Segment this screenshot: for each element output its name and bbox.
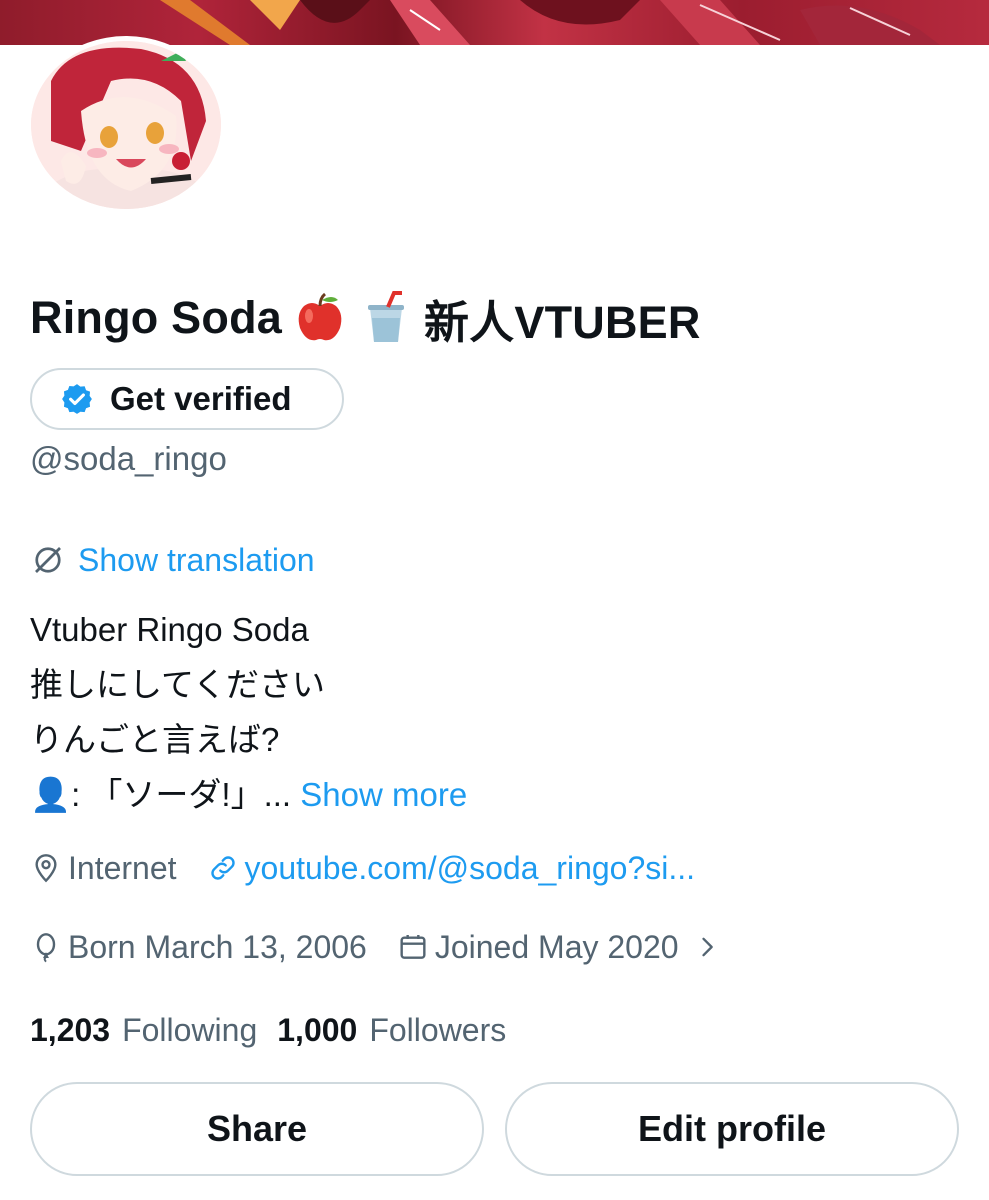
bio-line: 推しにしてください	[30, 666, 326, 703]
followers-label: Followers	[369, 1011, 507, 1048]
share-label: Share	[206, 1108, 308, 1149]
cup-with-straw-emoji-icon	[367, 291, 404, 342]
location: Internet	[30, 850, 177, 887]
bio-line: Vtuber Ringo Soda	[30, 611, 309, 648]
display-name: Ringo Soda 新人VTUBER	[30, 288, 701, 348]
website-text[interactable]: youtube.com/@soda_ringo?si...	[245, 850, 696, 887]
show-more-link[interactable]: Show more	[300, 776, 467, 813]
profile-meta-row-1: Internet youtube.com/@soda_ringo?si...	[30, 846, 695, 890]
balloon-icon	[36, 933, 56, 963]
joined[interactable]: Joined May 2020	[397, 929, 721, 966]
following-label: Following	[122, 1011, 258, 1048]
birthday-text: Born March 13, 2006	[68, 928, 367, 965]
handle: @soda_ringo	[30, 440, 227, 477]
joined-text: Joined May 2020	[434, 928, 679, 965]
get-verified-button[interactable]: Get verified	[30, 368, 344, 430]
link-icon	[210, 856, 235, 880]
share-button[interactable]: Share	[30, 1082, 484, 1176]
edit-profile-button[interactable]: Edit profile	[505, 1082, 959, 1176]
location-pin-icon	[35, 854, 57, 883]
follow-stats: 1,203 Following 1,000 Followers	[30, 1008, 526, 1052]
verified-badge-icon	[62, 384, 92, 414]
bio-last-line: 👤: 「ソーダ!」... Show more	[30, 767, 467, 822]
followers-count: 1,000	[277, 1011, 358, 1048]
location-text: Internet	[68, 849, 177, 886]
avatar-illustration	[31, 41, 221, 209]
display-name-suffix: 新人VTUBER	[423, 296, 701, 348]
birthday: Born March 13, 2006	[30, 929, 367, 966]
show-translation-label: Show translation	[78, 541, 315, 578]
chevron-right-icon	[701, 937, 713, 957]
website-link[interactable]: youtube.com/@soda_ringo?si...	[207, 850, 696, 887]
bio-line: りんごと言えば?	[30, 721, 280, 758]
avatar[interactable]	[26, 36, 226, 214]
calendar-icon	[400, 935, 426, 959]
get-verified-label: Get verified	[110, 380, 292, 417]
following-link[interactable]: 1,203 Following	[30, 1012, 277, 1049]
edit-profile-label: Edit profile	[638, 1108, 826, 1149]
bio-line: 👤: 「ソーダ!」...	[30, 776, 292, 813]
bio: Vtuber Ringo Soda 推しにしてください りんごと言えば? 👤: …	[30, 602, 467, 822]
display-name-text: Ringo Soda	[30, 292, 282, 343]
show-translation-link[interactable]: Show translation	[30, 538, 315, 582]
translate-icon	[35, 547, 61, 573]
profile-meta-row-2: Born March 13, 2006 Joined May 2020	[30, 925, 721, 969]
following-count: 1,203	[30, 1011, 111, 1048]
apple-emoji-icon	[298, 292, 342, 341]
followers-link[interactable]: 1,000 Followers	[277, 1012, 526, 1049]
